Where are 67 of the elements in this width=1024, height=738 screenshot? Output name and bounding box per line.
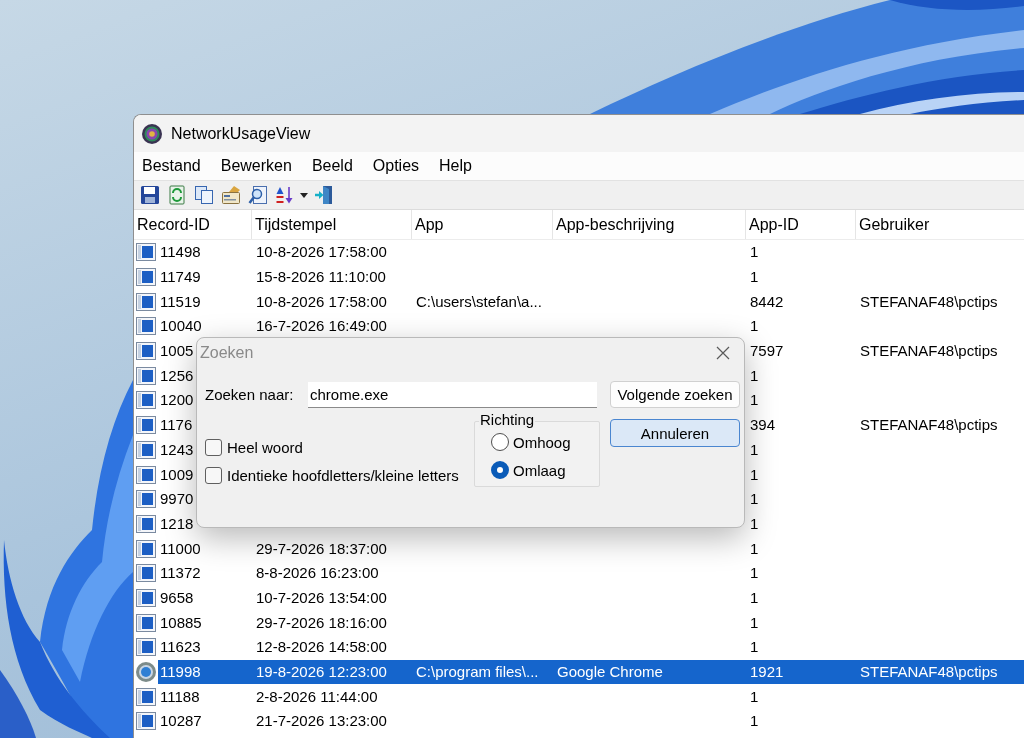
group-label: Richting bbox=[479, 412, 536, 428]
table-cell: STEFANAF48\pctips bbox=[860, 342, 998, 361]
table-cell: 8-8-2026 16:23:00 bbox=[256, 564, 379, 583]
dialog-title: Zoeken bbox=[200, 344, 254, 362]
table-cell: 1 bbox=[750, 687, 759, 706]
table-cell: 2-8-2026 11:44:00 bbox=[256, 687, 378, 706]
table-cell: 1 bbox=[750, 490, 759, 509]
table-cell: STEFANAF48\pctips bbox=[860, 663, 998, 682]
table-cell: 1 bbox=[750, 613, 759, 632]
table-cell: 7597 bbox=[750, 342, 784, 361]
table-cell: 29-7-2026 18:16:00 bbox=[256, 613, 387, 632]
table-cell: 11498 bbox=[160, 243, 201, 262]
table-cell: 1 bbox=[750, 440, 759, 459]
radio-label: Omhoog bbox=[513, 433, 571, 451]
checkbox-label: Identieke hoofdletters/kleine letters bbox=[227, 466, 459, 484]
table-cell: 11372 bbox=[160, 564, 201, 583]
table-cell: 19-8-2026 12:23:00 bbox=[256, 663, 387, 682]
table-cell: 21-7-2026 13:23:00 bbox=[256, 712, 387, 731]
table-cell: 10287 bbox=[160, 712, 202, 731]
window-title: NetworkUsageView bbox=[171, 124, 311, 143]
table-cell: 1243 bbox=[160, 440, 194, 459]
table-cell: 1 bbox=[750, 564, 759, 583]
table-cell: 10040 bbox=[160, 317, 202, 336]
table-cell: 1256 bbox=[160, 366, 194, 385]
table-cell: 1 bbox=[750, 514, 759, 533]
table-cell: 10-7-2026 13:54:00 bbox=[256, 588, 387, 607]
table-cell: 1 bbox=[750, 712, 759, 731]
table-cell: STEFANAF48\pctips bbox=[860, 292, 998, 311]
table-cell: 1 bbox=[750, 243, 759, 262]
table-cell: 1 bbox=[750, 588, 759, 607]
table-cell: 11749 bbox=[160, 268, 201, 287]
table-cell: 11519 bbox=[160, 292, 201, 311]
table-cell: 1 bbox=[750, 391, 759, 410]
table-cell: 1 bbox=[750, 366, 759, 385]
table-cell: 1 bbox=[750, 465, 759, 484]
table-cell: 1176 bbox=[160, 416, 193, 435]
table-cell: 1 bbox=[750, 268, 759, 287]
table-cell: C:\program files\... bbox=[416, 663, 539, 682]
table-cell: 1200 bbox=[160, 391, 194, 410]
table-cell: 1 bbox=[750, 317, 759, 336]
table-cell: 1005 bbox=[160, 342, 194, 361]
table-cell: 1921 bbox=[750, 663, 784, 682]
table-cell: 1218 bbox=[160, 514, 194, 533]
table-cell: 1 bbox=[750, 539, 759, 558]
table-cell: 394 bbox=[750, 416, 776, 435]
table-cell: 11998 bbox=[160, 663, 201, 682]
table-cell: 15-8-2026 11:10:00 bbox=[256, 268, 386, 287]
table-cell: 9658 bbox=[160, 588, 194, 607]
radio-label: Omlaag bbox=[513, 461, 566, 479]
table-cell: 10-8-2026 17:58:00 bbox=[256, 292, 387, 311]
table-cell: 11000 bbox=[160, 539, 201, 558]
checkbox-label: Heel woord bbox=[227, 438, 303, 456]
table-cell: 10-8-2026 17:58:00 bbox=[256, 243, 387, 262]
table-cell: STEFANAF48\pctips bbox=[860, 416, 998, 435]
table-cell: 29-7-2026 18:37:00 bbox=[256, 539, 387, 558]
table-cell: 16-7-2026 16:49:00 bbox=[256, 317, 387, 336]
table-cell: C:\users\stefan\a... bbox=[416, 292, 542, 311]
table-cell: 1009 bbox=[160, 465, 194, 484]
table-cell: 8442 bbox=[750, 292, 784, 311]
table-cell: Google Chrome bbox=[557, 663, 663, 682]
table-cell: 11623 bbox=[160, 638, 201, 657]
table-cell: 9970 bbox=[160, 490, 194, 509]
table-cell: 11188 bbox=[160, 687, 200, 706]
field-label: Zoeken naar: bbox=[205, 386, 295, 403]
table-cell: 10885 bbox=[160, 613, 202, 632]
table-cell: 1 bbox=[750, 638, 759, 657]
table-cell: 12-8-2026 14:58:00 bbox=[256, 638, 387, 657]
